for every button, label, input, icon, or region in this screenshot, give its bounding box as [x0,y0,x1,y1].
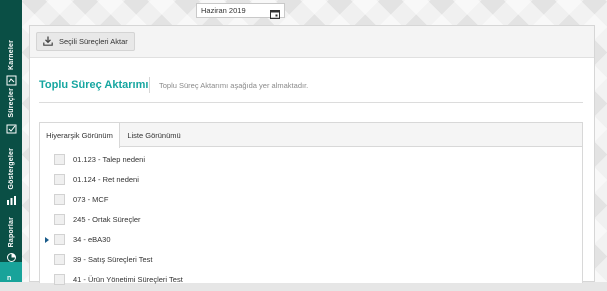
tree-row[interactable]: 073 - MCF [40,191,582,211]
row-label: 01.123 - Talep nedeni [73,155,146,164]
tab-hierarchical-view[interactable]: Hiyerarşik Görünüm [40,123,120,148]
toolbar: Seçili Süreçleri Aktar [30,26,594,58]
sidebar-item-gostergeler[interactable]: Göstergeler [0,148,22,211]
header-divider [39,102,583,103]
row-label: 34 - eBA30 [73,235,111,244]
sidebar-item-surecler[interactable]: Süreçler [0,88,22,139]
row-checkbox[interactable] [54,214,65,225]
sidebar-item-active[interactable]: n [0,262,22,282]
tree-row[interactable]: 41 - Ürün Yönetimi Süreçleri Test [40,271,582,291]
sidebar-item-karneler[interactable]: Karneler [0,40,22,91]
row-checkbox[interactable] [54,174,65,185]
row-label: 073 - MCF [73,195,109,204]
tree-row[interactable]: 39 - Satış Süreçleri Test [40,251,582,271]
tree-row[interactable]: 01.123 - Talep nedeni [40,151,582,171]
process-icon [6,121,17,139]
month-picker-value: Haziran 2019 [201,6,246,15]
page-title: Toplu Süreç Aktarımı [39,79,149,91]
tab-bar: Hiyerarşik Görünüm Liste Görünümü [40,123,582,148]
row-checkbox[interactable] [54,254,65,265]
tree-row[interactable]: 01.124 - Ret nedeni [40,171,582,191]
row-checkbox[interactable] [54,194,65,205]
tabs-container: Hiyerarşik Görünüm Liste Görünümü 01.123… [39,122,583,285]
row-checkbox[interactable] [54,234,65,245]
tab-list-view[interactable]: Liste Görünümü [121,123,187,147]
sidebar-item-label: Göstergeler [7,148,15,190]
row-label: 01.124 - Ret nedeni [73,175,139,184]
calendar-icon[interactable] [270,6,280,24]
sidebar-item-label: Karneler [7,40,15,71]
export-selected-label: Seçili Süreçleri Aktar [59,37,128,46]
sidebar-item-label: Süreçler [7,88,15,118]
sidebar: Karneler Süreçler Göstergeler Raporlar n [0,0,22,282]
main-panel: Seçili Süreçleri Aktar Toplu Süreç Aktar… [29,25,595,285]
export-selected-button[interactable]: Seçili Süreçleri Aktar [36,32,135,51]
row-label: 41 - Ürün Yönetimi Süreçleri Test [73,275,183,284]
sidebar-item-label: Raporlar [7,217,15,248]
row-label: 39 - Satış Süreçleri Test [73,255,153,264]
sidebar-item-label: n [7,275,12,282]
page-subtitle: Toplu Süreç Aktarımı aşağıda yer almakta… [159,81,309,90]
sidebar-item-raporlar[interactable]: Raporlar [0,217,22,268]
title-divider [149,77,150,93]
tree-row[interactable]: 245 - Ortak Süreçler [40,211,582,231]
indicator-icon [6,193,17,211]
expand-arrow-icon[interactable] [45,237,49,243]
row-checkbox[interactable] [54,274,65,285]
month-picker[interactable]: Haziran 2019 [196,3,285,19]
download-icon [43,36,53,48]
tree-row[interactable]: 34 - eBA30 [40,231,582,251]
row-checkbox[interactable] [54,154,65,165]
row-label: 245 - Ortak Süreçler [73,215,141,224]
